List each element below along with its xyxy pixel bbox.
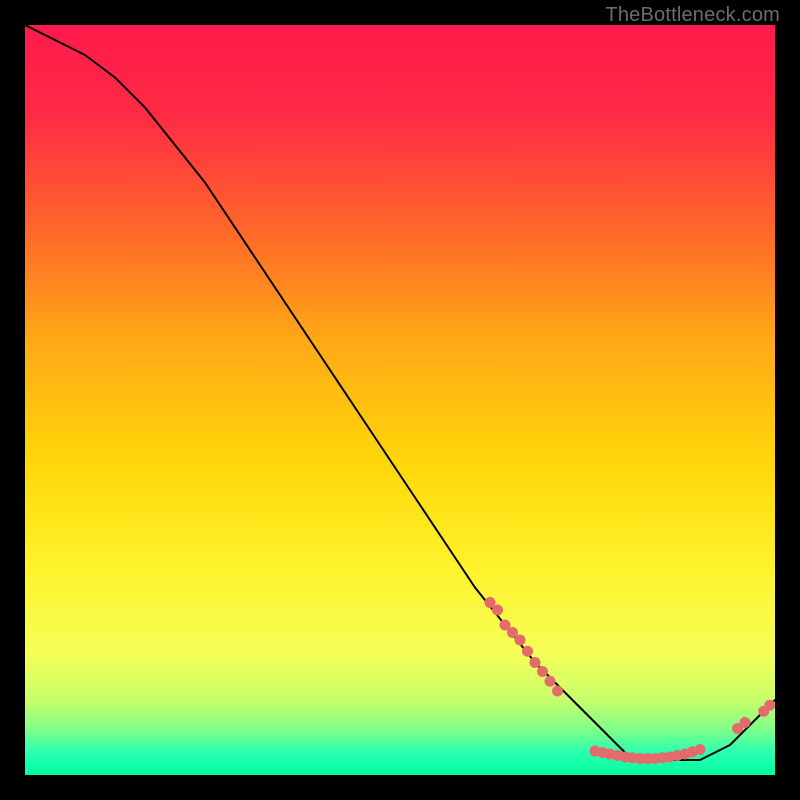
data-dot bbox=[552, 686, 563, 697]
data-dot bbox=[492, 605, 503, 616]
gradient-background bbox=[25, 25, 775, 775]
plot-area bbox=[25, 25, 775, 775]
chart-svg bbox=[25, 25, 775, 775]
data-dot bbox=[515, 635, 526, 646]
data-dot bbox=[695, 744, 706, 755]
data-dot bbox=[522, 646, 533, 657]
data-dot bbox=[537, 666, 548, 677]
data-dot bbox=[530, 657, 541, 668]
watermark-text: TheBottleneck.com bbox=[605, 4, 780, 27]
data-dot bbox=[740, 717, 751, 728]
data-dot bbox=[545, 676, 556, 687]
data-dot bbox=[764, 700, 775, 711]
chart-frame: TheBottleneck.com bbox=[0, 0, 800, 800]
